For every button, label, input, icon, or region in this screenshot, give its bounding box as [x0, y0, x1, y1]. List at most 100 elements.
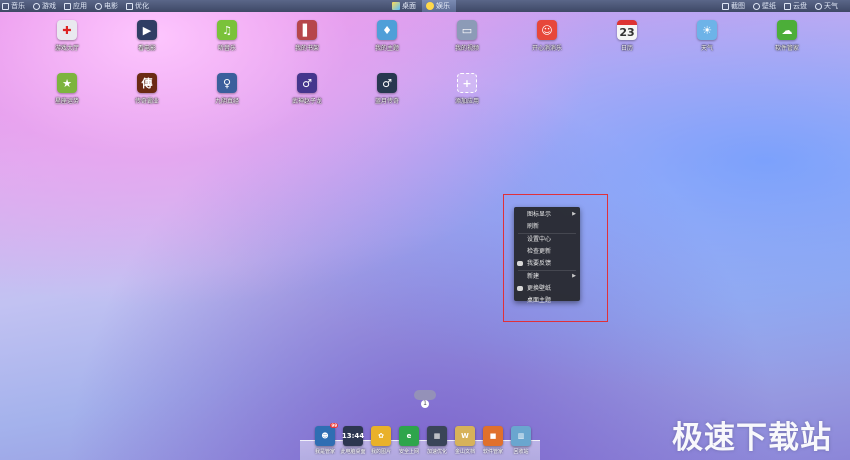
topbar-left-item-1[interactable]: 游戏 — [33, 0, 56, 12]
desktop-icon-books[interactable]: ▌ 我的书架 — [287, 20, 327, 52]
topbar-right-item-1[interactable]: 壁纸 — [753, 0, 776, 12]
icon-glyph: ♫ — [222, 23, 232, 37]
page-dot[interactable]: 1 — [421, 400, 429, 408]
desktop-icon-label: 蓝月传奇 — [374, 98, 399, 105]
dock-glyph: ▥ — [517, 432, 525, 440]
photos-icon: ✿ — [371, 426, 391, 446]
menu-item-3[interactable]: 设置中心 — [514, 234, 580, 246]
desktop-icon-game-hero[interactable]: ♂ 蓝月传奇 — [367, 73, 407, 105]
menu-item-label: 新建 — [527, 273, 540, 281]
desktop-icon-game-portrait[interactable]: ♀ 九阴真经 — [207, 73, 247, 105]
topbar-right-label: 云盘 — [793, 2, 807, 10]
menu-item-label: 更换壁纸 — [527, 284, 552, 292]
dock-item-trash[interactable]: ▥ 回收站 — [508, 426, 534, 455]
desktop-icon-music-note[interactable]: ♫ 听音乐 — [207, 20, 247, 52]
icon-glyph: ♦ — [382, 23, 392, 37]
dock-glyph: ■ — [489, 432, 497, 440]
icon-glyph: + — [462, 76, 472, 90]
tab-label: 娱乐 — [436, 2, 450, 10]
menu-item-4[interactable]: 检查更新 — [514, 246, 580, 258]
bag-icon: ☁ — [777, 20, 797, 40]
desktop-icon-clapperboard[interactable]: ▶ 看电影 — [127, 20, 167, 52]
desktop-icon-label: 武神赵子龙 — [291, 98, 322, 105]
icon-glyph: ☺ — [541, 23, 553, 37]
tab-1[interactable]: 娱乐 — [422, 0, 456, 12]
desktop-icon-shirt[interactable]: ♦ 我的主题 — [367, 20, 407, 52]
dock-item-cube[interactable]: ■ 软件管家 — [480, 426, 506, 455]
game-cartoon-icon: ☺ — [537, 20, 557, 40]
topbar-left-item-4[interactable]: 优化 — [126, 0, 149, 12]
dock-glyph: e — [406, 432, 412, 440]
shirt-icon — [753, 2, 760, 10]
star-icon: ★ — [57, 73, 77, 93]
game-legend-icon: 傳 — [137, 73, 157, 93]
icon-glyph: ▶ — [142, 23, 152, 37]
desktop-icon-tv[interactable]: ▭ 我的视频 — [447, 20, 487, 52]
dock-item-calculator[interactable]: ▦ 加速优化 — [424, 426, 450, 455]
scissors-icon — [722, 2, 729, 10]
cloud-icon — [784, 2, 791, 10]
menu-item-label: 刷新 — [527, 222, 540, 230]
dock-item-browser[interactable]: e 安全上网 — [396, 426, 422, 455]
desktop-icon-label: 添加应用 — [454, 98, 479, 105]
menu-item-5[interactable]: 我要反馈 — [514, 258, 580, 270]
icon-glyph: ♂ — [382, 76, 392, 90]
topbar-left-label: 游戏 — [42, 2, 56, 10]
dock-item-clock-screen[interactable]: 13:44 此电脑桌面 — [340, 426, 366, 455]
calendar-icon: 23 — [617, 20, 637, 40]
menu-item-label: 图标显示 — [527, 211, 552, 218]
clock-screen-icon: 13:44 — [341, 426, 365, 446]
dock-item-label: 加速优化 — [426, 449, 447, 455]
page-indicator[interactable]: 1 — [414, 390, 436, 408]
desktop-icon-add[interactable]: + 添加应用 — [447, 73, 487, 105]
desktop-icon-game-warrior[interactable]: ♂ 武神赵子龙 — [287, 73, 327, 105]
menu-item-8[interactable]: 更换壁纸 — [514, 283, 580, 295]
dock-item-document[interactable]: W 金山文档 — [452, 426, 478, 455]
desktop-icon-weather[interactable]: ☀ 天气 — [687, 20, 727, 52]
calculator-icon: ▦ — [427, 426, 447, 446]
tab-0[interactable]: 桌面 — [388, 0, 422, 12]
dock-glyph: ✿ — [378, 432, 384, 440]
topbar-left-item-2[interactable]: 应用 — [64, 0, 87, 12]
topbar-left-label: 应用 — [73, 2, 87, 10]
document-icon: W — [455, 426, 475, 446]
desktop-icon-label: 星座运势 — [54, 98, 79, 105]
desktop-icon-label: 软件管家 — [774, 45, 799, 52]
desktop-icon-bag[interactable]: ☁ 软件管家 — [767, 20, 807, 52]
desktop-icon-label: 我的主题 — [374, 45, 399, 52]
top-bar-right-group: 截图 壁纸 云盘 天气 — [722, 0, 846, 12]
menu-item-0[interactable]: 图标显示 ▶ — [514, 209, 580, 221]
desktop-icon-game-cartoon[interactable]: ☺ 开心消消乐 — [527, 20, 567, 52]
menu-item-1[interactable]: 刷新 — [514, 221, 580, 233]
icon-glyph: ✚ — [62, 23, 72, 37]
tv-icon: ▭ — [457, 20, 477, 40]
topbar-left-label: 电影 — [104, 2, 118, 10]
dock-glyph: 13:44 — [341, 432, 365, 440]
dock-item-label: 我的图片 — [370, 449, 391, 455]
dock-item-label: 软件管家 — [482, 449, 503, 455]
topbar-right-item-2[interactable]: 云盘 — [784, 0, 807, 12]
topbar-right-item-0[interactable]: 截图 — [722, 0, 745, 12]
books-icon: ▌ — [297, 20, 317, 40]
menu-item-9[interactable]: 桌面主题 — [514, 295, 580, 307]
icon-glyph: ★ — [62, 76, 72, 90]
menu-item-label: 检查更新 — [527, 247, 552, 255]
dock-item-photos[interactable]: ✿ 我的图片 — [368, 426, 394, 455]
menu-item-7[interactable]: 新建 ▶ — [514, 271, 580, 283]
desktop-icon-game-legend[interactable]: 傳传奇霸业 — [127, 73, 167, 105]
star-icon — [426, 2, 434, 10]
shirt-icon: ♦ — [377, 20, 397, 40]
menu-item-label: 桌面主题 — [527, 296, 552, 304]
desktop-icon-calendar[interactable]: 23 日历 — [607, 20, 647, 52]
topbar-right-label: 天气 — [824, 2, 838, 10]
desktop-icon-label: 游戏大厅 — [54, 45, 79, 52]
topbar-right-item-3[interactable]: 天气 — [815, 0, 838, 12]
weather-icon: ☀ — [697, 20, 717, 40]
desktop-icon-joystick[interactable]: ✚ 游戏大厅 — [47, 20, 87, 52]
dock-item-label: 此电脑桌面 — [340, 449, 366, 455]
dock-item-user[interactable]: ☻ 99 我是管家 — [312, 423, 338, 455]
joystick-icon: ✚ — [57, 20, 77, 40]
topbar-left-item-0[interactable]: 音乐 — [2, 0, 25, 12]
desktop-icon-star[interactable]: ★ 星座运势 — [47, 73, 87, 105]
topbar-left-item-3[interactable]: 电影 — [95, 0, 118, 12]
